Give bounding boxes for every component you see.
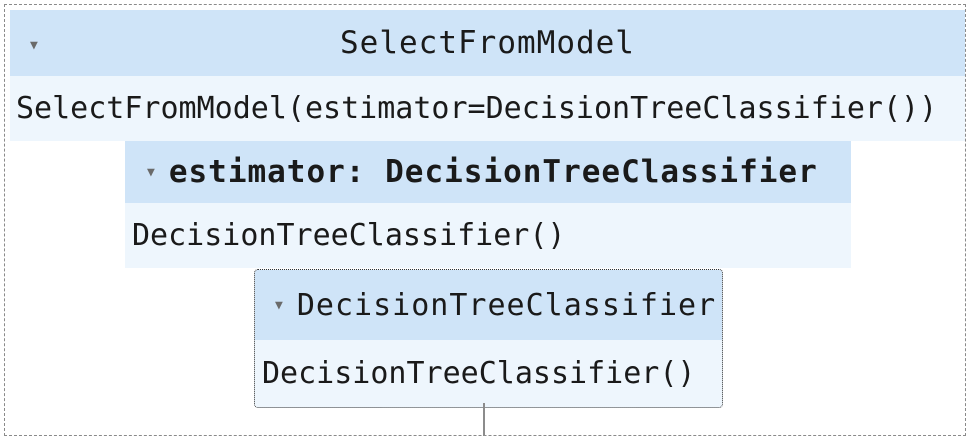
estimator-repr: DecisionTreeClassifier() bbox=[255, 340, 722, 407]
estimator-box: ▼ DecisionTreeClassifier DecisionTreeCla… bbox=[254, 269, 723, 408]
connector-line bbox=[483, 403, 485, 436]
select-from-model-title: SelectFromModel bbox=[340, 25, 635, 61]
estimator-param-title: estimator: DecisionTreeClassifier bbox=[168, 154, 818, 190]
estimator-param-repr: DecisionTreeClassifier() bbox=[125, 203, 851, 268]
estimator-param-header[interactable]: ▼ estimator: DecisionTreeClassifier bbox=[125, 141, 851, 203]
select-from-model-container: ▼ SelectFromModel SelectFromModel(estima… bbox=[4, 4, 966, 436]
select-from-model-repr: SelectFromModel(estimator=DecisionTreeCl… bbox=[10, 76, 965, 141]
estimator-header[interactable]: ▼ DecisionTreeClassifier bbox=[255, 270, 722, 340]
expand-triangle-icon[interactable]: ▼ bbox=[275, 298, 283, 313]
expand-triangle-icon[interactable]: ▼ bbox=[147, 165, 155, 180]
estimator-title: DecisionTreeClassifier bbox=[296, 287, 717, 323]
select-from-model-header[interactable]: ▼ SelectFromModel bbox=[10, 10, 965, 76]
